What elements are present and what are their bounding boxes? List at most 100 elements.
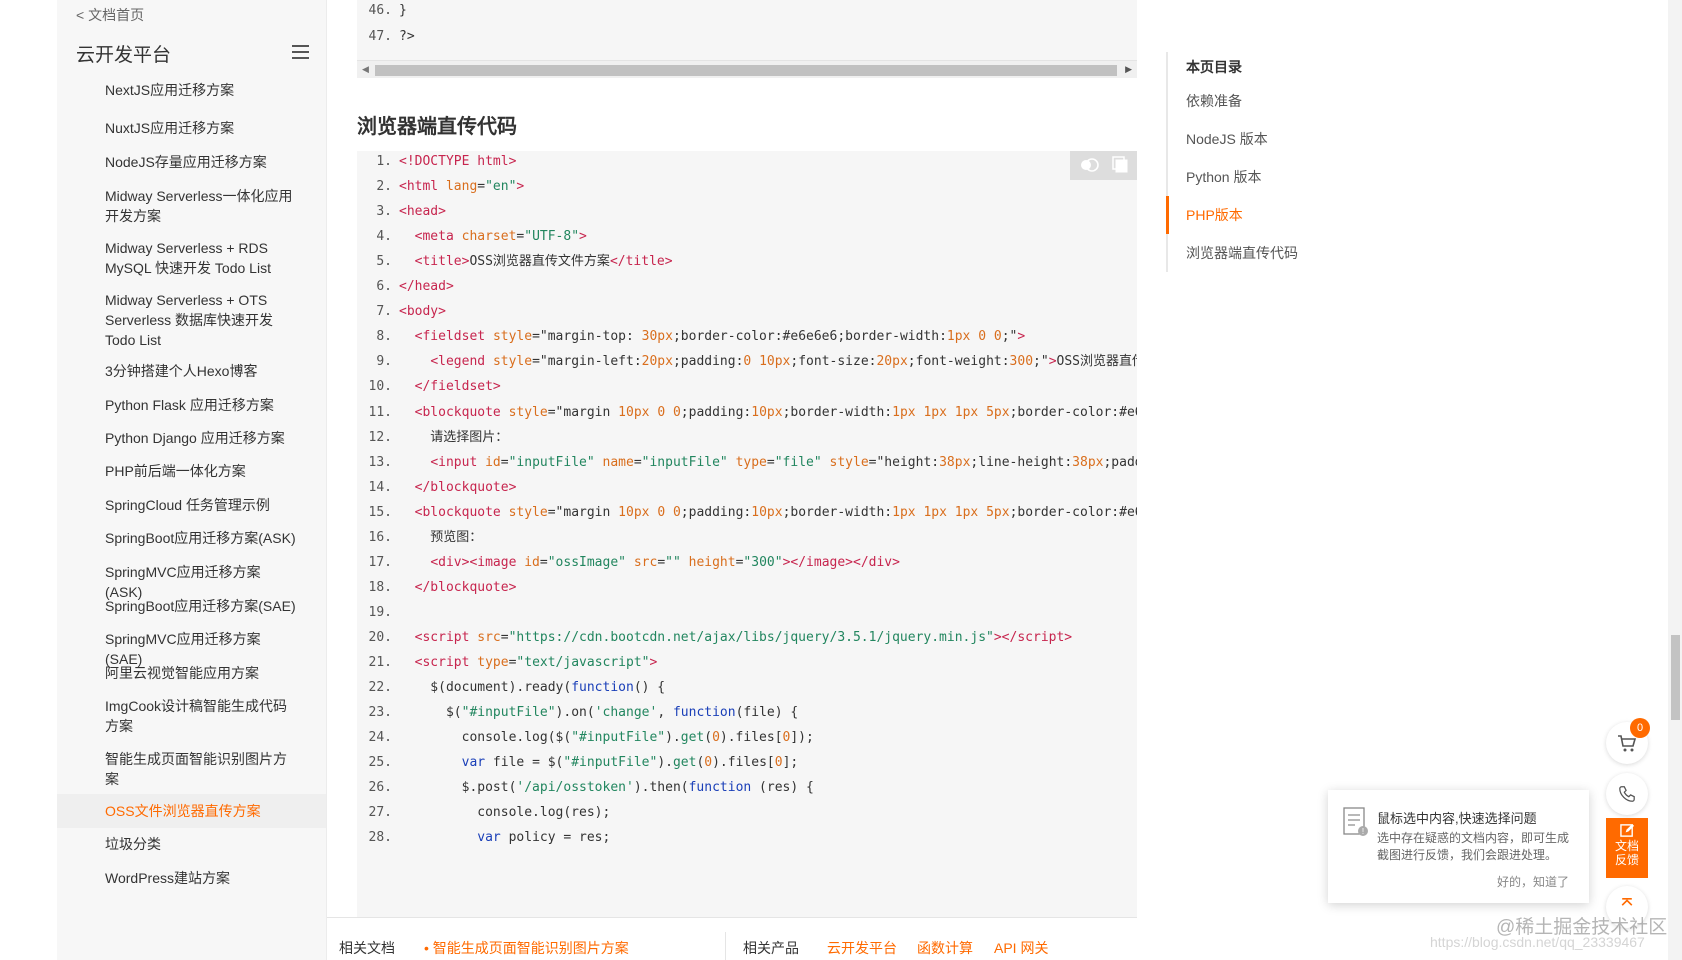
code-line: 18. </blockquote>: [357, 574, 517, 601]
toggle-theme-icon[interactable]: [1080, 157, 1100, 173]
code-line: 26. $.post('/api/osstoken').then(functio…: [357, 774, 814, 801]
scroll-thumb[interactable]: [375, 65, 1117, 76]
code-line: 14. </blockquote>: [357, 474, 517, 501]
sidebar-item[interactable]: Python Flask 应用迁移方案: [57, 395, 326, 415]
related-docs-label: 相关文档: [339, 940, 395, 956]
sidebar-item[interactable]: Midway Serverless + OTS Serverless 数据库快速…: [57, 290, 326, 350]
menu-icon[interactable]: [292, 45, 309, 59]
code-line: 23. $("#inputFile").on('change', functio…: [357, 699, 799, 726]
page-toc: 本页目录 依赖准备 NodeJS 版本 Python 版本 PHP版本 浏览器端直传代码: [1166, 52, 1386, 272]
toc-item[interactable]: 依赖准备: [1168, 82, 1386, 120]
code-line: 24. console.log($("#inputFile").get(0).f…: [357, 724, 814, 751]
code-line: 2. <html lang="en">: [357, 173, 524, 200]
code-line: 5. <title>OSS浏览器直传文件方案</title>: [357, 248, 672, 275]
code-line: 11. <blockquote style="margin 10px 0 0;p…: [357, 399, 1137, 426]
code-line: 16. 预览图：: [357, 524, 483, 551]
code-line: 21. <script type="text/javascript">: [357, 649, 658, 676]
sidebar-item[interactable]: NodeJS存量应用迁移方案: [57, 152, 326, 172]
code-line: 3. <head>: [357, 198, 446, 225]
scroll-left-arrow-icon[interactable]: ◀: [362, 64, 369, 75]
sidebar-item[interactable]: Python Django 应用迁移方案: [57, 428, 326, 448]
toc-item[interactable]: Python 版本: [1168, 158, 1386, 196]
code-line: 10. </fieldset>: [357, 373, 501, 400]
line-number: 28.: [368, 830, 392, 846]
sidebar-item[interactable]: 垃圾分类: [57, 834, 326, 854]
popup-dismiss-link[interactable]: 好的，知道了: [1497, 873, 1569, 890]
code-line: 22. $(document).ready(function() {: [357, 674, 666, 701]
doc-main: 46. } 47. ?> ◀ ▶ 浏览器端直传代码 1. <!DOCTYPE ht…: [327, 0, 1137, 960]
code-text: <fieldset style="margin-top: 30px;border…: [414, 329, 1026, 345]
sidebar-item[interactable]: 3分钟搭建个人Hexo博客: [57, 361, 326, 381]
code-text: ?>: [399, 29, 415, 44]
line-number: 6.: [376, 279, 392, 295]
code-text: <blockquote style="margin 10px 0 0;paddi…: [414, 504, 1137, 520]
product-link-api-gateway[interactable]: API 网关: [994, 938, 1048, 958]
code-text: <body>: [399, 304, 446, 320]
toc-item[interactable]: NodeJS 版本: [1168, 120, 1386, 158]
document-icon: !: [1343, 807, 1368, 836]
page-scroll-thumb[interactable]: [1671, 635, 1680, 720]
cart-button[interactable]: 0: [1606, 718, 1650, 764]
line-number: 7.: [376, 304, 392, 320]
code-horizontal-scrollbar[interactable]: ◀ ▶: [357, 60, 1137, 78]
line-number: 11.: [368, 404, 392, 420]
related-products-label: 相关产品: [743, 940, 799, 956]
code-text: </head>: [399, 279, 454, 295]
code-text: }: [399, 3, 407, 18]
code-line: 15. <blockquote style="margin 10px 0 0;p…: [357, 499, 1137, 526]
toc-item[interactable]: 浏览器端直传代码: [1168, 234, 1386, 272]
doc-feedback-button[interactable]: 文档 反馈: [1606, 818, 1648, 878]
code-line: 12. 请选择图片：: [357, 424, 509, 451]
sidebar-item[interactable]: ImgCook设计稿智能生成代码方案: [57, 696, 326, 736]
code-line: 1. <!DOCTYPE html>: [357, 151, 516, 175]
code-line: 28. var policy = res;: [357, 824, 611, 851]
line-number: 18.: [368, 579, 392, 595]
code-line: 4. <meta charset="UTF-8">: [357, 223, 587, 250]
feedback-tip-popup: ! 鼠标选中内容,快速选择问题 选中存在疑惑的文档内容，即可生成截图进行反馈，我…: [1328, 790, 1589, 903]
left-gutter: [0, 0, 57, 960]
page-vertical-scrollbar[interactable]: [1668, 0, 1682, 960]
line-number: 21.: [368, 655, 392, 670]
scroll-right-arrow-icon[interactable]: ▶: [1125, 64, 1132, 75]
code-text: </blockquote>: [414, 479, 517, 495]
copy-icon[interactable]: [1112, 156, 1128, 173]
line-number: 4.: [376, 229, 392, 245]
sidebar-item[interactable]: SpringBoot应用迁移方案(ASK): [57, 528, 326, 548]
back-to-docs-link[interactable]: < 文档首页: [76, 5, 144, 25]
related-doc-link[interactable]: • 智能生成页面智能识别图片方案: [424, 938, 629, 958]
sidebar-item[interactable]: Midway Serverless一体化应用开发方案: [57, 186, 326, 226]
code-text: $("#inputFile").on('change', function(fi…: [399, 705, 799, 721]
line-number: 14.: [368, 479, 392, 495]
sidebar-item[interactable]: PHP前后端一体化方案: [57, 461, 326, 481]
sidebar-item[interactable]: SpringCloud 任务管理示例: [57, 495, 326, 515]
sidebar-item[interactable]: NuxtJS应用迁移方案: [57, 118, 326, 138]
code-line: 25. var file = $("#inputFile").get(0).fi…: [357, 749, 799, 776]
code-text: <script type="text/javascript">: [414, 655, 658, 670]
code-text: console.log(res);: [399, 805, 611, 821]
line-number: 1.: [376, 154, 392, 169]
line-number: 15.: [368, 504, 392, 520]
line-number: 46.: [368, 3, 392, 18]
line-number: 12.: [368, 429, 392, 445]
sidebar-item[interactable]: OSS文件浏览器直传方案: [57, 794, 326, 828]
line-number: 24.: [368, 730, 392, 746]
sidebar-item[interactable]: WordPress建站方案: [57, 868, 326, 888]
popup-title: 鼠标选中内容,快速选择问题: [1377, 811, 1537, 826]
toc-item[interactable]: PHP版本: [1166, 196, 1386, 234]
code-text: <!DOCTYPE html>: [399, 154, 517, 169]
code-block-browser: 1. <!DOCTYPE html> 2. <html lang="en"> 3. <he…: [357, 151, 1137, 921]
sidebar-item[interactable]: SpringBoot应用迁移方案(SAE): [57, 596, 326, 616]
code-text: var file = $("#inputFile").get(0).files[…: [461, 755, 799, 771]
sidebar-item[interactable]: NextJS应用迁移方案: [57, 80, 326, 100]
sidebar-item[interactable]: 阿里云视觉智能应用方案: [57, 663, 326, 683]
sidebar-item[interactable]: Midway Serverless + RDS MySQL 快速开发 Todo …: [57, 238, 326, 278]
related-footer: 相关文档 • 智能生成页面智能识别图片方案 相关产品 云开发平台 函数计算 AP…: [327, 917, 1137, 960]
code-text: <html lang="en">: [399, 179, 525, 195]
code-text: </fieldset>: [414, 379, 501, 395]
product-link-function-compute[interactable]: 函数计算: [917, 938, 973, 958]
contact-phone-button[interactable]: [1606, 773, 1648, 815]
line-number: 3.: [376, 204, 392, 220]
sidebar-item[interactable]: 智能生成页面智能识别图片方案: [57, 749, 326, 789]
section-heading: 浏览器端直传代码: [357, 116, 517, 138]
product-link-cloud-dev[interactable]: 云开发平台: [827, 938, 897, 958]
